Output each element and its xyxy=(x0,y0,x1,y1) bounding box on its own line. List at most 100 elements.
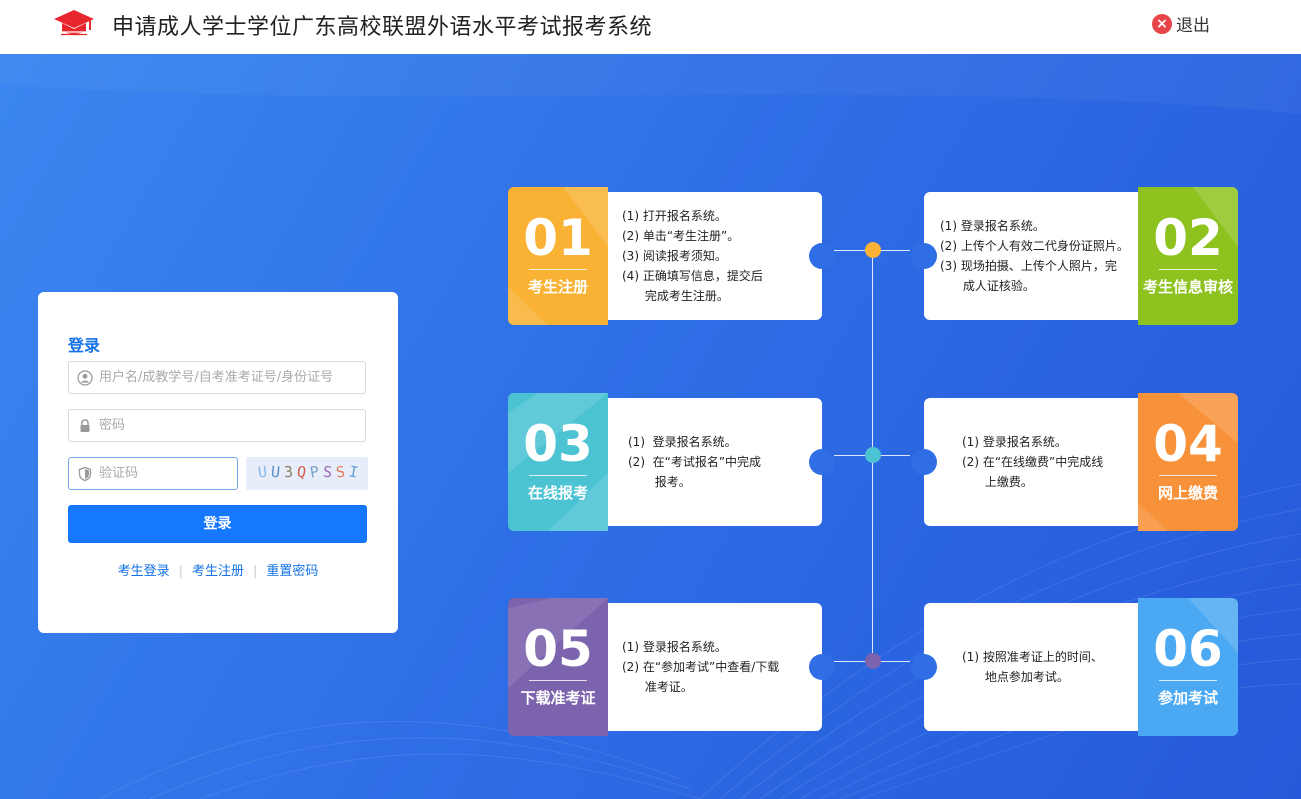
step-line: (2) 单击“考生注册”。 xyxy=(622,229,740,243)
step-description: (1) 登录报名系统。 (2) 在“考试报名”中完成 报考。 xyxy=(628,432,761,492)
student-login-link[interactable]: 考生登录 xyxy=(118,564,170,579)
lock-icon xyxy=(80,419,90,432)
step-card: (1) 登录报名系统。 (2) 在“参加考试”中查看/下载 准考证。 xyxy=(598,603,822,731)
step-underline xyxy=(529,475,587,476)
step-underline xyxy=(529,269,587,270)
step-underline xyxy=(1159,269,1217,270)
step-label: 考生注册 xyxy=(527,278,588,296)
captcha-input[interactable] xyxy=(99,458,233,489)
logout-button[interactable]: × 退出 xyxy=(1152,11,1210,36)
step-description: (1) 登录报名系统。 (2) 上传个人有效二代身份证照片。 (3) 现场拍摄、… xyxy=(940,216,1129,296)
step-line: (2) 上传个人有效二代身份证照片。 xyxy=(940,239,1129,253)
step-notch xyxy=(911,243,937,269)
divider: | xyxy=(178,564,183,579)
step-label: 下载准考证 xyxy=(520,689,596,707)
page-title: 申请成人学士学位广东高校联盟外语水平考试报考系统 xyxy=(112,15,653,40)
header: 申请成人学士学位广东高校联盟外语水平考试报考系统 × 退出 xyxy=(0,0,1301,54)
step-underline xyxy=(1159,680,1217,681)
step-number: 02 xyxy=(1153,209,1223,267)
step-notch xyxy=(809,449,835,475)
step-badge: 03 在线报考 xyxy=(508,393,608,531)
step-line: (2) 在“在线缴费”中完成线 xyxy=(962,455,1104,469)
step-line: (1) 登录报名系统。 xyxy=(962,435,1067,449)
step-card: (1) 登录报名系统。 (2) 在“在线缴费”中完成线 上缴费。 xyxy=(924,398,1148,526)
step-line: 成人证核验。 xyxy=(940,279,1035,293)
step-line: 准考证。 xyxy=(622,680,693,694)
step-underline xyxy=(529,680,587,681)
login-button[interactable]: 登录 xyxy=(68,505,367,543)
captcha-field[interactable] xyxy=(68,457,238,490)
username-input[interactable] xyxy=(99,362,361,393)
graduation-cap-icon xyxy=(54,10,94,36)
password-input[interactable] xyxy=(99,410,361,441)
main-area: 登录 U U 3 Q xyxy=(0,54,1301,799)
step-line: 地点参加考试。 xyxy=(962,670,1069,684)
flow-dot xyxy=(865,447,881,463)
step-number: 05 xyxy=(523,620,593,678)
login-links: 考生登录 | 考生注册 | 重置密码 xyxy=(38,560,398,579)
step-badge: 01 考生注册 xyxy=(508,187,608,325)
logout-label: 退出 xyxy=(1176,16,1210,36)
step-card: (1) 打开报名系统。 (2) 单击“考生注册”。 (3) 阅读报考须知。 (4… xyxy=(598,192,822,320)
step-card: (1) 按照准考证上的时间、 地点参加考试。 xyxy=(924,603,1148,731)
shield-icon xyxy=(78,466,92,482)
step-badge: 02 考生信息审核 xyxy=(1138,187,1238,325)
step-number: 04 xyxy=(1153,415,1223,473)
step-line: (4) 正确填写信息，提交后 xyxy=(622,269,763,283)
login-title: 登录 xyxy=(68,336,101,355)
captcha-char: I xyxy=(347,462,360,482)
step-description: (1) 按照准考证上的时间、 地点参加考试。 xyxy=(962,647,1103,687)
captcha-char: Q xyxy=(295,462,308,482)
student-register-link[interactable]: 考生注册 xyxy=(192,564,244,579)
step-notch xyxy=(911,654,937,680)
step-number: 01 xyxy=(523,209,593,267)
step-line: 上缴费。 xyxy=(962,475,1033,489)
captcha-image[interactable]: U U 3 Q P S S I xyxy=(246,457,368,490)
step-card: (1) 登录报名系统。 (2) 在“考试报名”中完成 报考。 xyxy=(598,398,822,526)
step-underline xyxy=(1159,475,1217,476)
captcha-char: U xyxy=(270,462,281,482)
step-number: 03 xyxy=(523,415,593,473)
step-line: 完成考生注册。 xyxy=(622,289,729,303)
password-field[interactable] xyxy=(68,409,366,442)
step-line: (3) 现场拍摄、上传个人照片，完 xyxy=(940,259,1117,273)
reset-password-link[interactable]: 重置密码 xyxy=(266,564,318,579)
step-line: (3) 阅读报考须知。 xyxy=(622,249,727,263)
step-badge: 05 下载准考证 xyxy=(508,598,608,736)
step-description: (1) 登录报名系统。 (2) 在“在线缴费”中完成线 上缴费。 xyxy=(962,432,1103,492)
captcha-char: S xyxy=(322,462,333,482)
captcha-char: S xyxy=(335,462,346,482)
step-line: (1) 按照准考证上的时间、 xyxy=(962,650,1103,664)
step-03: (1) 登录报名系统。 (2) 在“考试报名”中完成 报考。 03 在线报考 xyxy=(508,393,835,531)
login-card: 登录 U U 3 Q xyxy=(38,292,398,633)
step-badge: 04 网上缴费 xyxy=(1138,393,1238,531)
step-line: (2) 在“考试报名”中完成 xyxy=(628,455,762,469)
step-line: (1) 打开报名系统。 xyxy=(622,209,727,223)
captcha-char: P xyxy=(308,462,321,482)
step-notch xyxy=(809,243,835,269)
step-05: (1) 登录报名系统。 (2) 在“参加考试”中查看/下载 准考证。 05 下载… xyxy=(508,598,835,736)
close-circle-icon: × xyxy=(1152,13,1172,34)
step-line: (1) 登录报名系统。 xyxy=(940,219,1045,233)
step-label: 考生信息审核 xyxy=(1142,278,1233,296)
flow-dot xyxy=(865,242,881,258)
username-field[interactable] xyxy=(68,361,366,394)
step-01: (1) 打开报名系统。 (2) 单击“考生注册”。 (3) 阅读报考须知。 (4… xyxy=(508,187,835,325)
step-label: 网上缴费 xyxy=(1157,484,1218,502)
step-line: 报考。 xyxy=(628,475,691,489)
step-card: (1) 登录报名系统。 (2) 上传个人有效二代身份证照片。 (3) 现场拍摄、… xyxy=(924,192,1148,320)
step-badge: 06 参加考试 xyxy=(1138,598,1238,736)
step-label: 参加考试 xyxy=(1157,689,1218,707)
flow-dot xyxy=(865,653,881,669)
captcha-char: 3 xyxy=(283,462,294,482)
step-description: (1) 打开报名系统。 (2) 单击“考生注册”。 (3) 阅读报考须知。 (4… xyxy=(622,206,763,306)
divider: | xyxy=(253,564,258,579)
captcha-char: U xyxy=(256,462,269,482)
step-04: (1) 登录报名系统。 (2) 在“在线缴费”中完成线 上缴费。 04 网上缴费 xyxy=(911,393,1238,531)
step-line: (2) 在“参加考试”中查看/下载 xyxy=(622,660,780,674)
step-description: (1) 登录报名系统。 (2) 在“参加考试”中查看/下载 准考证。 xyxy=(622,637,779,697)
step-number: 06 xyxy=(1153,620,1223,678)
step-notch xyxy=(911,449,937,475)
step-notch xyxy=(809,654,835,680)
step-label: 在线报考 xyxy=(527,484,588,502)
